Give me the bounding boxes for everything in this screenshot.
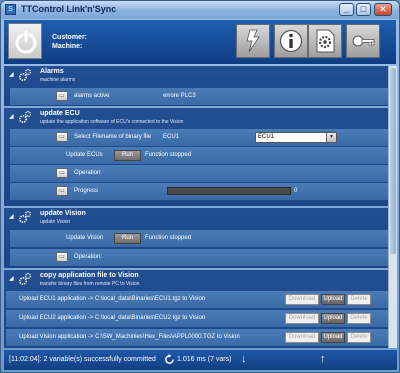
section-title: update Vision	[40, 210, 86, 217]
collapse-arrow-icon[interactable]: ◢	[9, 213, 14, 220]
header-bar: Customer: Machine:	[4, 20, 396, 64]
flash-button[interactable]	[236, 24, 270, 58]
status-indicator-icon: ▭	[56, 91, 68, 101]
select-file-label: Select Filename of binary file	[74, 134, 152, 140]
select-file-inline-value: ECU1	[163, 134, 180, 140]
run-button[interactable]: Run	[114, 150, 141, 161]
operation-label: Operation:	[74, 170, 103, 176]
scrollbar-thumb[interactable]	[390, 68, 396, 254]
machine-label: Machine:	[52, 43, 83, 50]
delete-button[interactable]: Delete	[347, 294, 371, 305]
download-button[interactable]: Download	[285, 294, 319, 305]
key-button[interactable]	[346, 24, 380, 58]
section-copy-application-header[interactable]: ◢ copy application file to Vision transf…	[4, 270, 388, 288]
upload-button[interactable]: Upload	[321, 313, 345, 324]
download-arrow-icon[interactable]: ↓	[241, 353, 247, 365]
progress-row: ▭ Progress 0	[10, 183, 388, 200]
run-button[interactable]: Run	[114, 233, 141, 244]
section-subtitle: transfer binary files from remote PC to …	[40, 281, 140, 287]
power-icon	[15, 30, 37, 54]
operation-row: ▭ Operation:	[10, 165, 388, 182]
window-title: TTControl Link'n'Sync	[21, 4, 117, 14]
content-panel[interactable]: ◢ Alarms machine alarms ▭ alarms active …	[4, 66, 388, 348]
alarms-active-value: errore PLC3	[163, 93, 196, 99]
section-title: copy application file to Vision	[40, 272, 139, 279]
ecu-file-select[interactable]: ECU1 ▼	[255, 132, 337, 143]
upload-arrow-icon[interactable]: ↑	[320, 353, 326, 365]
run-status: Function stopped	[145, 235, 192, 241]
status-timing: 1.016 ms (7 vars)	[177, 356, 232, 363]
refresh-icon	[165, 354, 174, 364]
download-button[interactable]: Download	[285, 332, 319, 343]
settings-document-button[interactable]	[308, 24, 342, 58]
section-title: update ECU	[40, 110, 80, 117]
gear-icon	[18, 272, 32, 286]
gear-icon	[18, 110, 32, 124]
status-message: [11:02:04]: 2 variable(s) successfully c…	[9, 356, 156, 363]
alarms-active-row: ▭ alarms active errore PLC3	[10, 88, 388, 105]
section-subtitle: update Vision	[40, 219, 71, 225]
close-button[interactable]: ✕	[374, 3, 392, 16]
gear-icon	[18, 68, 32, 82]
section-alarms-header[interactable]: ◢ Alarms machine alarms	[4, 66, 388, 84]
info-icon	[279, 29, 303, 53]
chevron-down-icon[interactable]: ▼	[326, 133, 336, 142]
settings-document-icon	[316, 29, 335, 53]
upload-button[interactable]: Upload	[321, 294, 345, 305]
title-bar[interactable]: S TTControl Link'n'Sync _ □ ✕	[1, 1, 399, 19]
section-copy-application: ◢ copy application file to Vision transf…	[4, 270, 388, 348]
update-ecus-row: Update ECUs Run Function stopped	[10, 147, 388, 164]
collapse-arrow-icon[interactable]: ◢	[9, 71, 14, 78]
select-file-row: ▭ Select Filename of binary file ECU1 EC…	[10, 129, 388, 146]
update-vision-row: Update Vision Run Function stopped	[10, 230, 388, 247]
upload-row: Upload ECU1 application -> C:\local_data…	[6, 291, 388, 308]
progress-label: Progress	[74, 188, 99, 194]
delete-button[interactable]: Delete	[347, 313, 371, 324]
upload-row-label: Upload ECU1 application -> C:\local_data…	[19, 296, 206, 302]
download-button[interactable]: Download	[285, 313, 319, 324]
collapse-arrow-icon[interactable]: ◢	[9, 275, 14, 282]
status-indicator-icon: ▭	[56, 186, 68, 196]
update-ecus-label: Update ECUs	[66, 152, 103, 158]
upload-row-label: Upload ECU2 application -> C:\local_data…	[19, 315, 206, 321]
run-status: Function stopped	[145, 152, 192, 158]
status-indicator-icon: ▭	[56, 168, 68, 178]
ecu-file-select-value: ECU1	[258, 134, 275, 140]
vertical-scrollbar[interactable]	[388, 66, 397, 348]
collapse-arrow-icon[interactable]: ◢	[9, 113, 14, 120]
upload-button[interactable]: Upload	[321, 332, 345, 343]
section-update-ecu: ◢ update ECU update the application soft…	[4, 108, 388, 208]
upload-row-label: Upload Vision application -> C:\SW_Machi…	[19, 334, 240, 340]
delete-button[interactable]: Delete	[347, 332, 371, 343]
gear-icon	[18, 210, 32, 224]
alarms-active-label: alarms active	[74, 93, 110, 99]
flash-icon	[246, 29, 260, 53]
progress-bar	[167, 187, 291, 195]
power-button[interactable]	[8, 23, 42, 59]
operation-row: ▭ Operation:	[10, 249, 388, 266]
section-subtitle: update the application software of ECU's…	[40, 119, 184, 125]
info-button[interactable]	[274, 24, 308, 58]
maximize-button[interactable]: □	[356, 3, 371, 16]
section-subtitle: machine alarms	[40, 77, 76, 83]
section-alarms: ◢ Alarms machine alarms ▭ alarms active …	[4, 66, 388, 108]
minimize-button[interactable]: _	[339, 3, 354, 16]
update-vision-label: Update Vision	[66, 235, 104, 241]
operation-label: Operation:	[74, 254, 103, 260]
section-update-vision: ◢ update Vision update Vision Update Vis…	[4, 208, 388, 270]
key-icon	[352, 35, 375, 47]
status-bar: [11:02:04]: 2 variable(s) successfully c…	[4, 350, 397, 370]
customer-label: Customer:	[52, 34, 88, 41]
section-update-vision-header[interactable]: ◢ update Vision update Vision	[4, 208, 388, 226]
section-title: Alarms	[40, 68, 64, 75]
app-window: S TTControl Link'n'Sync _ □ ✕ Customer: …	[0, 0, 400, 373]
upload-row: Upload Vision application -> C:\SW_Machi…	[6, 329, 388, 346]
status-indicator-icon: ▭	[56, 252, 68, 262]
upload-row: Upload ECU2 application -> C:\local_data…	[6, 310, 388, 327]
app-logo-icon: S	[5, 4, 16, 15]
progress-value: 0	[294, 188, 298, 194]
section-update-ecu-header[interactable]: ◢ update ECU update the application soft…	[4, 108, 388, 126]
status-indicator-icon: ▭	[56, 132, 68, 142]
